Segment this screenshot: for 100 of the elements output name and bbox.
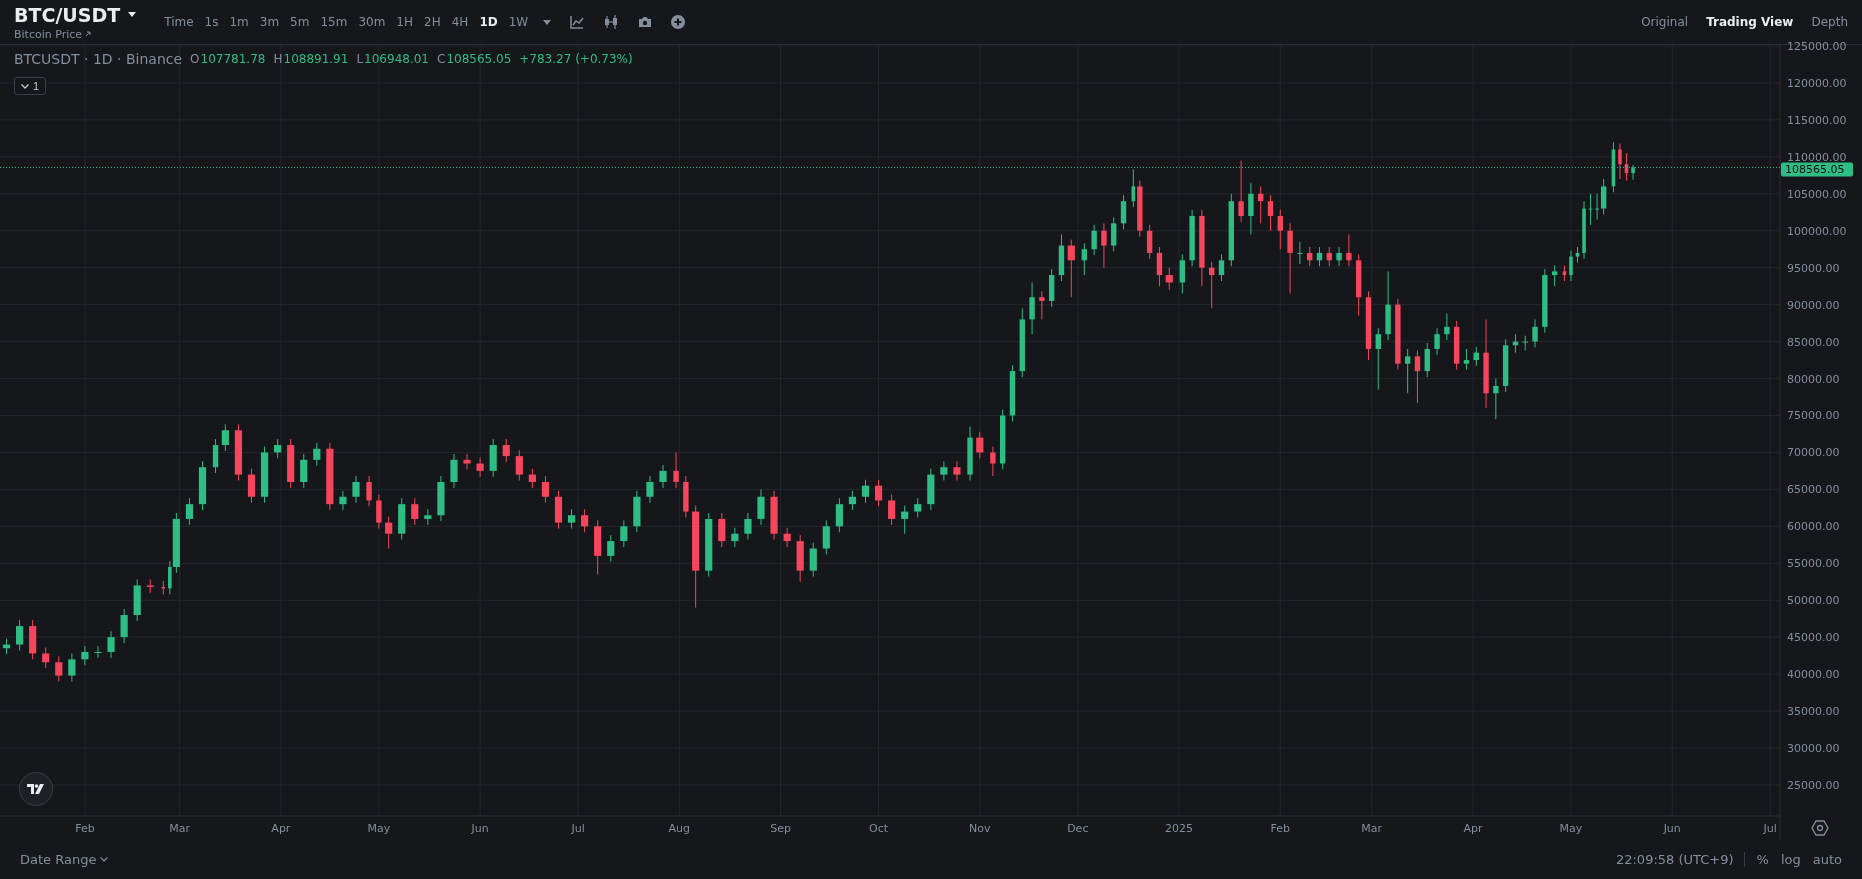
interval-tab[interactable]: 5m [290, 15, 310, 29]
candlestick [1179, 253, 1185, 295]
candlestick [718, 512, 726, 548]
settings-icon[interactable] [1811, 820, 1829, 836]
candlestick [1258, 185, 1264, 224]
candlestick [198, 460, 207, 511]
view-tab[interactable]: Depth [1811, 15, 1848, 29]
plus-circle-icon [671, 15, 686, 29]
ohlc-label: H [273, 52, 283, 66]
candlestick [528, 468, 536, 489]
candlestick [1532, 318, 1538, 348]
interval-tab[interactable]: 3m [259, 15, 280, 29]
candlestick [212, 438, 219, 474]
candlestick [673, 451, 679, 489]
interval-tab[interactable]: 30m [358, 15, 386, 29]
scale-option[interactable]: auto [1800, 852, 1842, 867]
price-axis-label: 60000.00 [1787, 520, 1840, 534]
interval-tab[interactable]: 2H [424, 15, 441, 29]
candlestick [554, 490, 563, 530]
candlestick [300, 453, 308, 489]
candlestick [1405, 348, 1411, 394]
candlestick [1248, 182, 1254, 235]
candlestick [1091, 224, 1097, 256]
candlestick [594, 519, 602, 575]
candlestick [1631, 164, 1635, 181]
time-axis-label: Apr [271, 822, 291, 835]
time-axis-label: Nov [969, 822, 991, 835]
candlestick [1120, 194, 1127, 230]
price-axis-label: 90000.00 [1787, 298, 1840, 312]
candlestick [366, 475, 372, 507]
candlestick [1385, 270, 1391, 341]
caret-icon [543, 19, 552, 25]
candlestick [1000, 409, 1006, 470]
camera-icon [638, 16, 653, 28]
candlestick [398, 497, 406, 541]
last-price-tag: 108565.05 [1781, 162, 1853, 177]
interval-tab[interactable]: 4H [451, 15, 469, 29]
price-axis-label: 110000.00 [1787, 150, 1847, 164]
candlestick [1067, 239, 1075, 298]
interval-tab[interactable]: 1m [229, 15, 249, 29]
candlestick [352, 475, 360, 504]
interval-tab[interactable]: 1H [396, 15, 414, 29]
scale-option[interactable]: log [1768, 852, 1801, 867]
candlestick [326, 442, 334, 511]
chart-logo[interactable] [19, 772, 53, 806]
view-tab[interactable]: Original [1641, 15, 1689, 29]
candlestick [646, 475, 654, 504]
price-axis-label: 85000.00 [1787, 335, 1840, 349]
price-axis-label: 30000.00 [1787, 742, 1840, 755]
collapse-indicators-button[interactable]: 1 [14, 77, 47, 95]
time-axis-label: Aug [668, 822, 691, 835]
candlestick [1551, 264, 1558, 287]
candlestick [42, 647, 50, 669]
time-axis-label: Sep [770, 822, 791, 835]
candlestick [607, 534, 615, 563]
candlestick [770, 490, 778, 541]
candlestick [1588, 193, 1593, 226]
pair-title[interactable]: BTC/USDT [14, 3, 121, 26]
interval-tab[interactable]: 1W [508, 15, 529, 29]
candlestick [822, 519, 830, 555]
interval-tab[interactable]: 1D [479, 15, 498, 29]
ohlc-label: O [190, 52, 200, 66]
candlestick [1238, 160, 1244, 223]
candlestick [55, 655, 63, 682]
candlestick [901, 505, 909, 535]
candlestick [953, 460, 961, 481]
candlestick [476, 457, 484, 478]
candlestick [1473, 346, 1479, 367]
interval-tab[interactable]: 1s [204, 15, 219, 29]
price-axis-label: 55000.00 [1787, 557, 1840, 571]
candlestick [1463, 348, 1470, 371]
pair-subtitle-link[interactable]: Bitcoin Price [14, 27, 83, 41]
time-axis-label: Mar [1361, 822, 1383, 835]
candlestick [463, 453, 471, 470]
candlestick [2, 638, 11, 655]
date-range-dropdown[interactable]: Date Range [20, 852, 109, 867]
interval-tab[interactable]: 15m [320, 15, 348, 29]
price-axis-label: 70000.00 [1787, 446, 1840, 460]
candlestick [247, 468, 256, 504]
price-axis-label: 95000.00 [1787, 261, 1840, 275]
interval-tab[interactable]: Time [164, 15, 194, 29]
scale-option[interactable]: % [1744, 852, 1769, 867]
candlestick [1493, 378, 1499, 420]
candlestick [94, 645, 102, 659]
candlestick [1209, 261, 1215, 309]
candlestick [783, 527, 791, 548]
candlestick [581, 508, 589, 533]
candlestick [107, 630, 115, 659]
candlestick [541, 475, 549, 504]
candlestick [1009, 364, 1016, 422]
candlestick [1434, 327, 1440, 356]
candlestick [81, 645, 89, 666]
candlestick [1618, 143, 1622, 180]
candlestick [515, 449, 523, 481]
price-axis-label: 45000.00 [1787, 631, 1840, 645]
view-tab[interactable]: Trading View [1706, 15, 1794, 29]
candlestick [888, 494, 896, 526]
candlestick [450, 453, 458, 489]
price-axis-label: 80000.00 [1787, 372, 1840, 386]
price-change: +783.27 (+0.73%) [519, 52, 633, 66]
